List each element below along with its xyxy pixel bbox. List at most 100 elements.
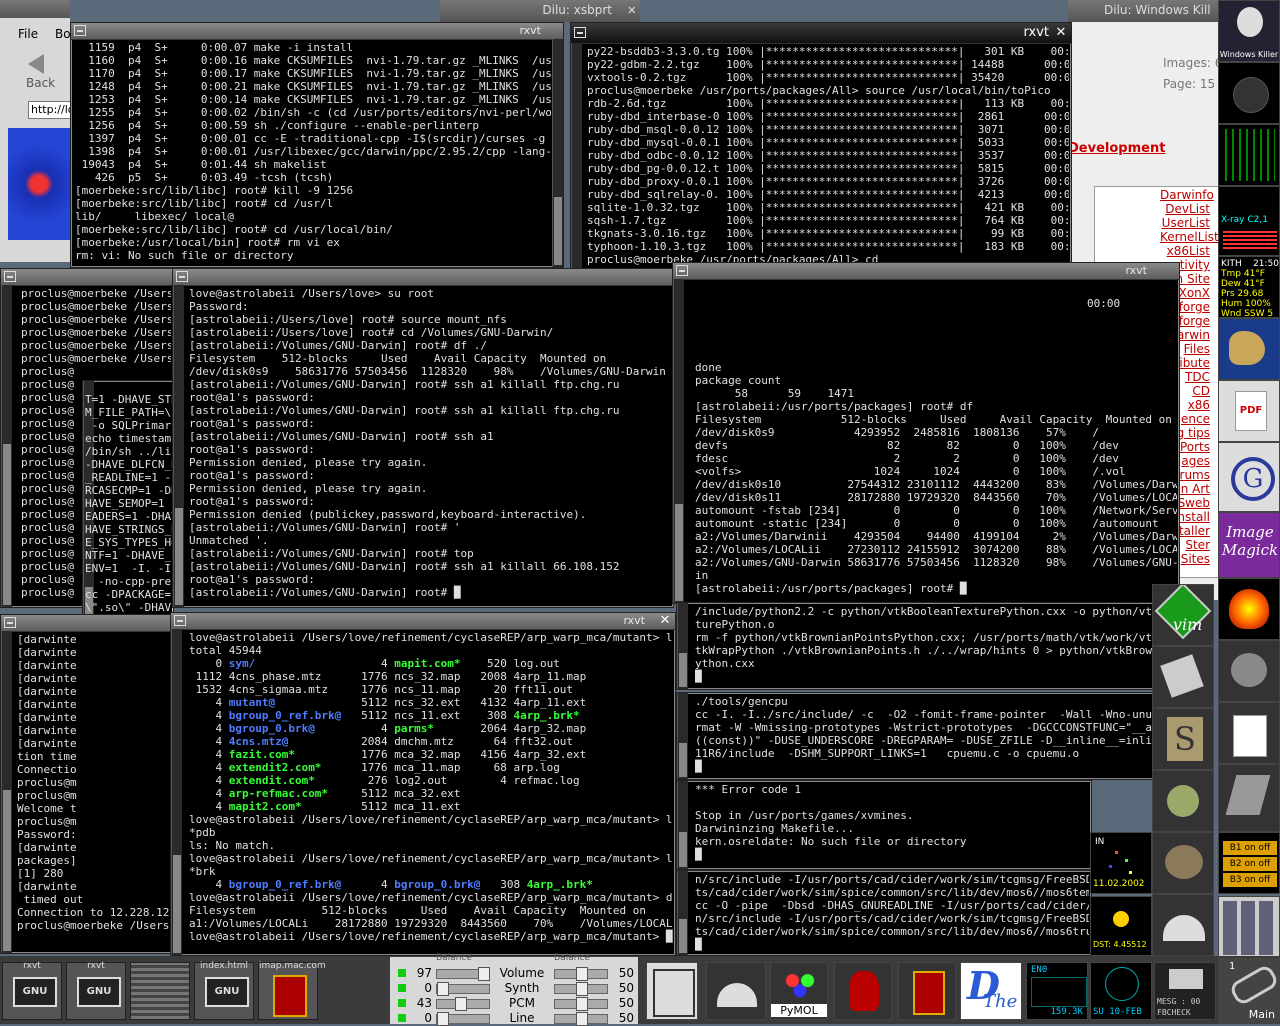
date-dockapp[interactable]: IN 11.02.2002 (1090, 832, 1152, 894)
scrollbar[interactable] (552, 39, 563, 267)
window-menu-icon[interactable] (4, 271, 16, 282)
terminal-output[interactable]: done package count 58 59 1471 [astrolabeii… (695, 361, 1177, 601)
daemon-dockapp[interactable] (834, 962, 892, 1020)
task-rxvt-1[interactable]: rxvt GNU (2, 961, 62, 1020)
mixer-left-slider[interactable] (436, 982, 490, 996)
menu-file[interactable]: File (18, 27, 38, 41)
net-monitor-dockapp[interactable]: EN0 159.3K (1026, 962, 1088, 1020)
window-menu-icon[interactable] (174, 615, 186, 626)
mixer-led[interactable] (398, 984, 406, 992)
scrollbar[interactable] (673, 279, 684, 603)
windows-killer-dockapp[interactable]: Windows Killer (1218, 0, 1280, 62)
cns-dockapp[interactable] (646, 962, 698, 1020)
script-s-dockapp[interactable]: S (1152, 708, 1214, 770)
mixer-right-slider[interactable] (554, 997, 608, 1011)
scrollbar[interactable] (173, 285, 184, 607)
xterm-center-titlebar[interactable] (173, 269, 673, 286)
xterm-cider[interactable]: n/src/include -I/usr/ports/cad/cider/wor… (676, 870, 1092, 956)
slider-knob[interactable] (576, 997, 588, 1011)
terminal-output[interactable]: n/src/include -I/usr/ports/cad/cider/wor… (695, 873, 1089, 953)
clock-dockapp[interactable]: SU 10-FEB (1090, 962, 1152, 1020)
g-dockapp[interactable]: G (1218, 442, 1280, 512)
terminal-output[interactable]: love@astrolabeii /Users/love/refinement/… (189, 631, 673, 953)
toggle-b2[interactable]: B2 on off (1223, 857, 1277, 871)
mixer-led[interactable] (398, 1014, 406, 1022)
task-index-html[interactable]: index.html GNU (194, 961, 254, 1020)
back-button[interactable]: Back (22, 50, 62, 94)
toggle-dockapp[interactable]: B1 on off B2 on off B3 on off (1218, 832, 1280, 894)
browser-link[interactable]: Darwinfo (1160, 188, 1214, 202)
close-icon[interactable]: ✕ (1054, 26, 1068, 40)
browser-link[interactable]: UserList (1160, 216, 1210, 230)
terminal-output[interactable]: [darwinte [darwinte [darwinte [darwinte [dar… (17, 633, 169, 951)
gimp-dockapp[interactable] (1152, 832, 1214, 894)
window-menu-icon[interactable] (176, 271, 188, 282)
pen-dockapp[interactable] (1152, 646, 1214, 708)
xterm-left-titlebar[interactable] (1, 269, 173, 286)
browser-link[interactable]: KernelList (1160, 230, 1219, 244)
xterm-bfl-titlebar[interactable] (1, 615, 171, 632)
imagemagick-dockapp[interactable]: Image Magick (1218, 512, 1280, 578)
igloo-dockapp[interactable] (1152, 894, 1214, 956)
pymol-dockapp[interactable]: PyMOL (770, 962, 828, 1020)
window-menu-icon[interactable] (4, 617, 16, 628)
vim-dockapp[interactable]: vim (1152, 584, 1214, 646)
masks-dockapp[interactable] (1218, 640, 1280, 702)
slider-knob[interactable] (478, 967, 490, 981)
development-heading[interactable]: Development (1068, 141, 1165, 156)
cards-dockapp[interactable] (1218, 702, 1280, 764)
window-menu-icon[interactable] (574, 27, 586, 38)
pdf-dockapp[interactable]: PDF (1218, 380, 1280, 442)
the-editor-dockapp[interactable]: D The (960, 962, 1022, 1020)
xterm-top-left[interactable]: rxvt 1159 p4 S+ 0:00.07 make -i install … (70, 22, 564, 268)
slider-knob[interactable] (437, 982, 449, 996)
xterm-vtk[interactable]: /include/python2.2 -c python/vtkBooleanT… (676, 602, 1158, 690)
terminal-output[interactable]: *** Error code 1 Stop in /usr/ports/games… (695, 783, 1089, 867)
task-imap[interactable]: imap.mac.com (258, 961, 326, 1020)
xterm-bottom-far-left[interactable]: [darwinte [darwinte [darwinte [darwinte [dar… (0, 614, 172, 954)
mixer-right-slider[interactable] (554, 1012, 608, 1026)
main-dockapp[interactable]: 1 Main (1218, 958, 1280, 1024)
mixer-led[interactable] (398, 999, 406, 1007)
xchat-dockapp[interactable] (1218, 578, 1280, 640)
mixer-left-slider[interactable] (436, 997, 490, 1011)
terminal-output[interactable]: ./tools/gencpu cc -I. -I../src/include/ -… (695, 695, 1155, 777)
toggle-b1[interactable]: B1 on off (1223, 841, 1277, 855)
xterm-center[interactable]: love@astrolabeii /Users/love> su root Pas… (172, 268, 674, 608)
scrollbar[interactable] (1, 631, 12, 953)
mixer-led[interactable] (398, 969, 406, 977)
map-dockapp[interactable] (1218, 318, 1280, 380)
task-mixer-thumb[interactable] (130, 962, 190, 1020)
top-strip-close-icon[interactable]: ✕ (628, 2, 636, 18)
window-menu-icon[interactable] (74, 25, 86, 36)
browser-link[interactable]: x86List (1160, 244, 1210, 258)
terminal-output[interactable]: /include/python2.2 -c python/vtkBooleanT… (695, 605, 1155, 687)
terminal-output[interactable]: 1159 p4 S+ 0:00.07 make -i install 1160 … (75, 41, 551, 265)
slider-knob[interactable] (576, 967, 588, 981)
slider-knob[interactable] (455, 997, 467, 1011)
xterm-gencpu[interactable]: ./tools/gencpu cc -I. -I../src/include/ -… (676, 692, 1158, 780)
menu-bo[interactable]: Bo (55, 27, 70, 41)
mail-check-dockapp[interactable]: MESG : 00 FBCHECK (1154, 962, 1216, 1020)
browser-link[interactable]: DevList (1160, 202, 1210, 216)
matrix-dockapp[interactable] (1218, 124, 1280, 186)
weather-dockapp[interactable]: KITH 21:50 Tmp 41°F Dew 41°F Prs 29.68 H… (1218, 256, 1280, 318)
scrollbar[interactable] (677, 781, 688, 869)
mail-dockapp[interactable] (898, 962, 956, 1020)
xterm-error[interactable]: *** Error code 1 Stop in /usr/ports/games… (676, 780, 1092, 870)
toggle-b3[interactable]: B3 on off (1223, 873, 1277, 887)
apple-dockapp[interactable] (1152, 770, 1214, 832)
window-menu-icon[interactable] (676, 265, 688, 276)
xterm-right-df-titlebar[interactable]: rxvt (673, 263, 1179, 280)
xterm-top-left-titlebar[interactable]: rxvt (71, 23, 563, 40)
xterm-top-right-titlebar[interactable]: rxvt ✕ (571, 23, 1071, 44)
close-icon[interactable]: ✕ (658, 614, 672, 628)
slider-knob[interactable] (576, 982, 588, 996)
terminal-output[interactable]: love@astrolabeii /Users/love> su root Pas… (189, 287, 671, 605)
scrollbar[interactable] (677, 603, 688, 689)
misc-apps-dockapp[interactable] (1218, 896, 1280, 958)
task-rxvt-2[interactable]: rxvt GNU (66, 961, 126, 1020)
igloo2-dockapp[interactable] (706, 962, 766, 1020)
feather-dockapp[interactable] (1218, 764, 1280, 832)
sun-dockapp[interactable]: DST: 4.45512 (1090, 896, 1152, 956)
